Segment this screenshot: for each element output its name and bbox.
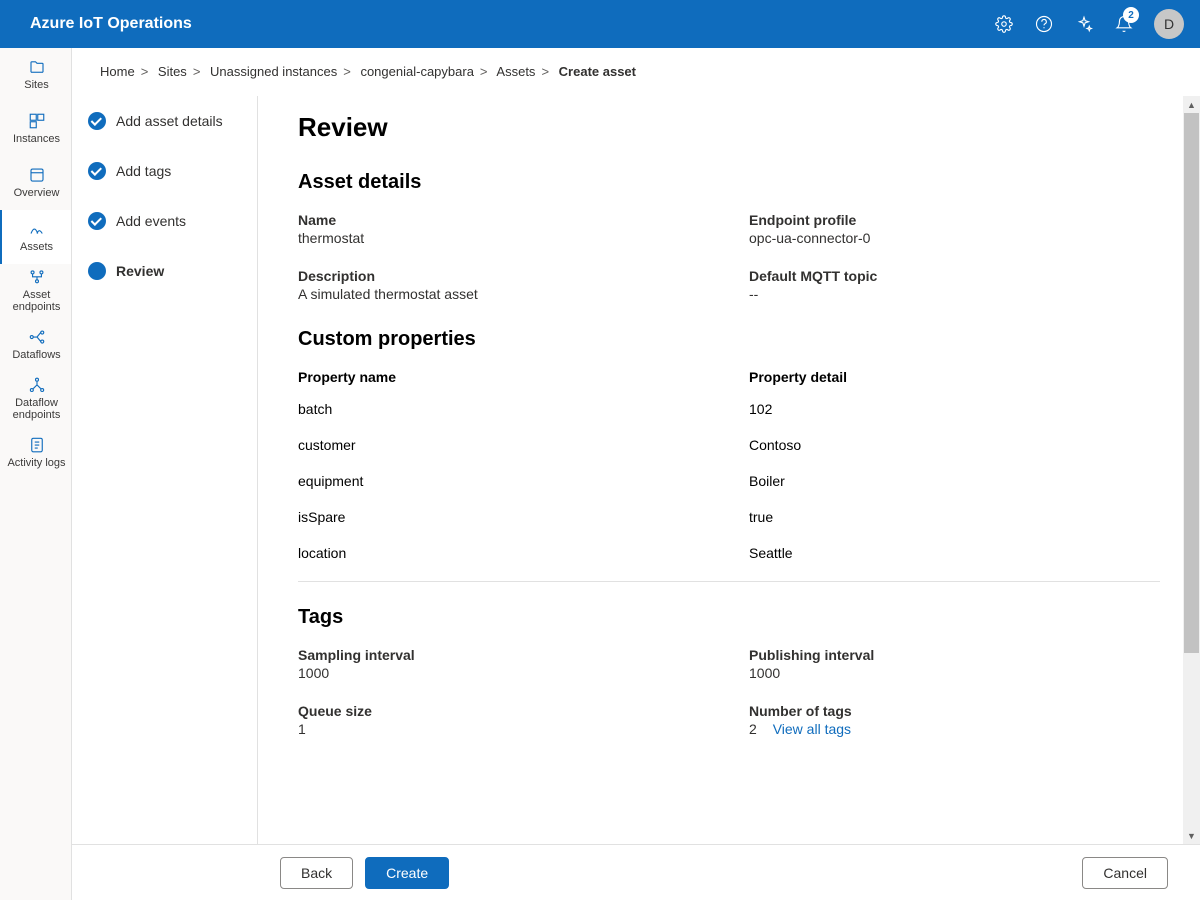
endpoint-value: opc-ua-connector-0	[749, 230, 1160, 246]
prop-name: location	[298, 545, 709, 561]
crumb-instance[interactable]: congenial-capybara	[360, 64, 473, 79]
step-add-events[interactable]: Add events	[88, 212, 257, 230]
publishing-label: Publishing interval	[749, 647, 1160, 663]
sidebar-label: Asset endpoints	[4, 289, 69, 314]
step-check-icon	[88, 112, 106, 130]
mqtt-label: Default MQTT topic	[749, 268, 1160, 284]
custom-props-heading: Custom properties	[298, 328, 1160, 351]
divider	[298, 581, 1160, 582]
sidebar-item-instances[interactable]: Instances	[0, 102, 71, 156]
asset-details-heading: Asset details	[298, 171, 1160, 194]
mqtt-value: --	[749, 286, 1160, 302]
wizard-footer: Back Create Cancel	[72, 844, 1200, 900]
prop-detail: true	[749, 509, 1160, 525]
tags-heading: Tags	[298, 606, 1160, 629]
publishing-value: 1000	[749, 665, 1160, 681]
sidebar-label: Sites	[24, 79, 48, 92]
prop-col-detail: Property detail	[749, 369, 1160, 385]
sampling-label: Sampling interval	[298, 647, 709, 663]
sidebar-label: Overview	[14, 187, 60, 200]
sidebar-item-asset-endpoints[interactable]: Asset endpoints	[0, 264, 71, 318]
page-title: Review	[298, 112, 1160, 143]
crumb-sites[interactable]: Sites	[158, 64, 187, 79]
description-label: Description	[298, 268, 709, 284]
help-icon[interactable]	[1024, 0, 1064, 48]
name-value: thermostat	[298, 230, 709, 246]
step-add-asset-details[interactable]: Add asset details	[88, 112, 257, 130]
sidebar-item-overview[interactable]: Overview	[0, 156, 71, 210]
tag-count-label: Number of tags	[749, 703, 1160, 719]
create-button[interactable]: Create	[365, 857, 449, 889]
prop-row: location Seattle	[298, 545, 1160, 561]
prop-row: equipment Boiler	[298, 473, 1160, 489]
crumb-current: Create asset	[559, 64, 636, 79]
sampling-value: 1000	[298, 665, 709, 681]
scroll-thumb[interactable]	[1184, 113, 1199, 653]
wizard-steps: Add asset details Add tags Add events Re…	[72, 96, 258, 844]
step-check-icon	[88, 212, 106, 230]
prop-row: customer Contoso	[298, 437, 1160, 453]
endpoint-label: Endpoint profile	[749, 212, 1160, 228]
view-all-tags-link[interactable]: View all tags	[773, 721, 851, 737]
step-current-icon	[88, 262, 106, 280]
sidebar-label: Dataflow endpoints	[4, 397, 69, 422]
prop-name: customer	[298, 437, 709, 453]
prop-row: isSpare true	[298, 509, 1160, 525]
step-label: Add events	[116, 213, 186, 229]
prop-detail: Boiler	[749, 473, 1160, 489]
prop-detail: Seattle	[749, 545, 1160, 561]
sidebar-label: Activity logs	[7, 457, 65, 470]
prop-col-name: Property name	[298, 369, 709, 385]
step-check-icon	[88, 162, 106, 180]
prop-detail: 102	[749, 401, 1160, 417]
cancel-button[interactable]: Cancel	[1082, 857, 1168, 889]
sidebar-item-sites[interactable]: Sites	[0, 48, 71, 102]
queue-value: 1	[298, 721, 709, 737]
prop-name: isSpare	[298, 509, 709, 525]
review-panel: Review Asset details Name thermostat End…	[258, 96, 1200, 844]
scrollbar[interactable]: ▲ ▼	[1183, 96, 1200, 844]
crumb-assets[interactable]: Assets	[496, 64, 535, 79]
sidebar-item-assets[interactable]: Assets	[0, 210, 71, 264]
notifications-icon[interactable]: 2	[1104, 0, 1144, 48]
app-title: Azure IoT Operations	[30, 15, 984, 33]
scroll-up-icon[interactable]: ▲	[1183, 96, 1200, 113]
crumb-home[interactable]: Home	[100, 64, 135, 79]
description-value: A simulated thermostat asset	[298, 286, 709, 302]
queue-label: Queue size	[298, 703, 709, 719]
scroll-down-icon[interactable]: ▼	[1183, 827, 1200, 844]
notification-badge: 2	[1123, 7, 1139, 23]
back-button[interactable]: Back	[280, 857, 353, 889]
step-label: Add asset details	[116, 113, 223, 129]
top-bar: Azure IoT Operations 2 D	[0, 0, 1200, 48]
breadcrumb: Home> Sites> Unassigned instances> conge…	[72, 48, 1200, 96]
step-label: Add tags	[116, 163, 171, 179]
prop-detail: Contoso	[749, 437, 1160, 453]
step-add-tags[interactable]: Add tags	[88, 162, 257, 180]
sidebar-item-dataflow-endpoints[interactable]: Dataflow endpoints	[0, 372, 71, 426]
sidebar-label: Assets	[20, 241, 53, 254]
left-nav: Sites Instances Overview Assets Asset en…	[0, 48, 72, 900]
avatar[interactable]: D	[1154, 9, 1184, 39]
sidebar-label: Instances	[13, 133, 60, 146]
prop-name: equipment	[298, 473, 709, 489]
prop-name: batch	[298, 401, 709, 417]
step-label: Review	[116, 263, 164, 279]
prop-row: batch 102	[298, 401, 1160, 417]
sidebar-item-activity-logs[interactable]: Activity logs	[0, 426, 71, 480]
tag-count-value: 2	[749, 721, 757, 737]
sparkle-icon[interactable]	[1064, 0, 1104, 48]
sidebar-label: Dataflows	[12, 349, 60, 362]
settings-icon[interactable]	[984, 0, 1024, 48]
sidebar-item-dataflows[interactable]: Dataflows	[0, 318, 71, 372]
step-review[interactable]: Review	[88, 262, 257, 280]
crumb-unassigned[interactable]: Unassigned instances	[210, 64, 337, 79]
name-label: Name	[298, 212, 709, 228]
